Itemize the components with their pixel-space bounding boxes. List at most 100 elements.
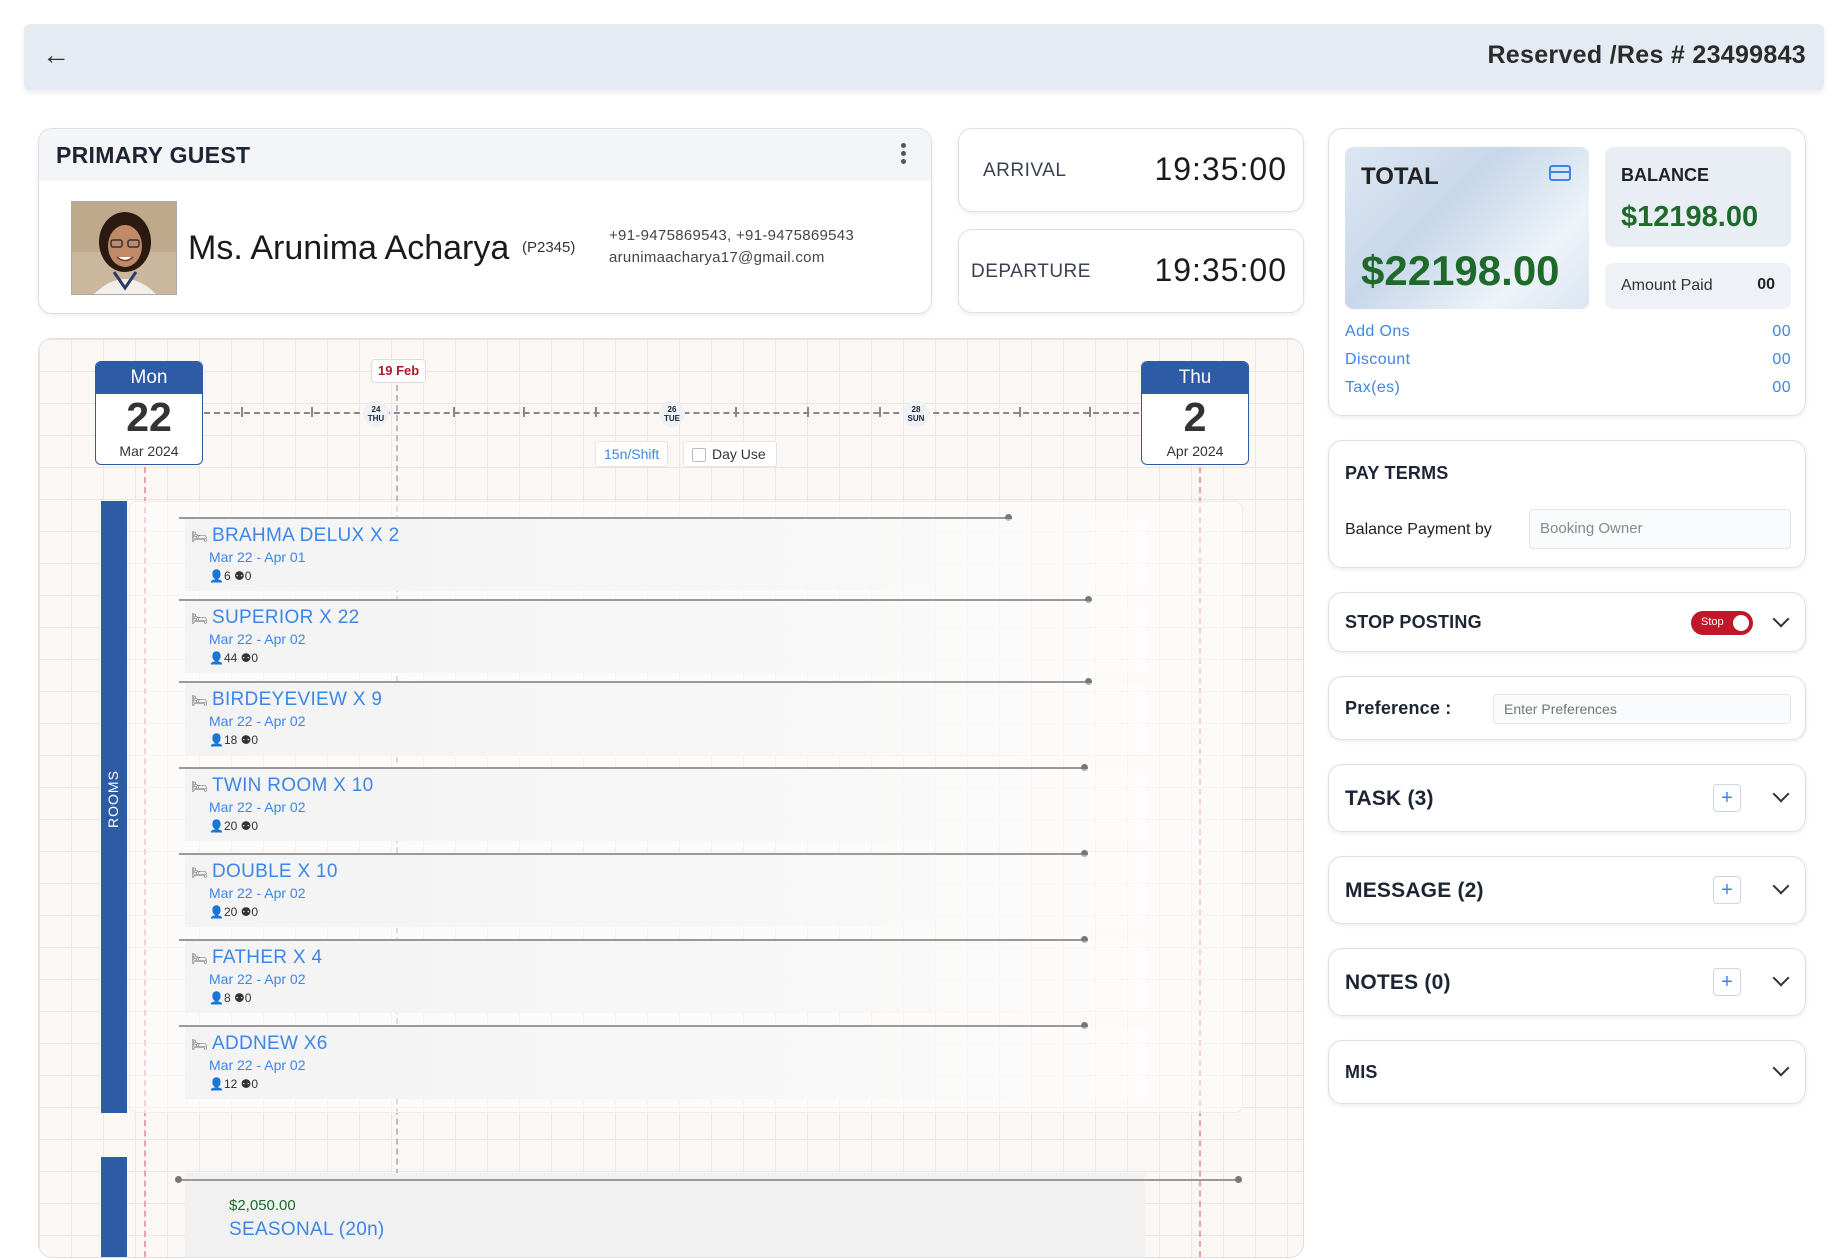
task-panel: TASK (3) + [1328, 764, 1806, 832]
credit-card-icon[interactable] [1549, 165, 1571, 181]
reservation-title: Reserved /Res # 23499843 [1487, 41, 1806, 69]
preference-input[interactable] [1493, 694, 1791, 724]
room-title: 🛏 ADDNEW X6 [191, 1033, 328, 1055]
day-marker[interactable]: 26 TUE [659, 401, 685, 427]
adults-count: 👤12 [209, 1077, 241, 1091]
kids-count: ⚉0 [233, 991, 252, 1005]
room-dates: Mar 22 - Apr 02 [209, 799, 306, 815]
chevron-down-icon[interactable] [1772, 785, 1790, 803]
rooms-label: ROOMS [105, 770, 121, 828]
room-occupancy: 👤18 ⚉0 [209, 733, 258, 747]
taxes-label: Tax(es) [1345, 379, 1401, 396]
bed-icon: 🛏 [191, 779, 208, 794]
toggle-label: Stop [1701, 616, 1724, 628]
arrival-card: ARRIVAL 19:35:00 [958, 128, 1304, 212]
room-occupancy: 👤12 ⚉0 [209, 1077, 258, 1091]
guest-avatar [71, 201, 177, 295]
message-title: MESSAGE (2) [1345, 879, 1484, 902]
axis-tick [453, 407, 455, 417]
shift-chip[interactable]: 15n/Shift [595, 441, 669, 467]
room-occupancy: 👤20 ⚉0 [209, 905, 258, 919]
balance-box: BALANCE $12198.00 [1605, 147, 1791, 247]
add-note-button[interactable]: + [1713, 968, 1741, 996]
chevron-down-icon[interactable] [1772, 877, 1790, 895]
room-occupancy: 👤8 ⚉0 [209, 991, 251, 1005]
guest-email: arunimaacharya17@gmail.com [609, 249, 825, 266]
guest-card-header: PRIMARY GUEST [39, 129, 931, 181]
axis-tick [311, 407, 313, 417]
stop-posting-toggle[interactable]: Stop [1691, 611, 1753, 635]
room-title: 🛏 SUPERIOR X 22 [191, 607, 359, 629]
room-name: BIRDEYEVIEW X 9 [211, 689, 383, 710]
arrow-left-icon[interactable]: ← [42, 40, 70, 70]
kids-count: ⚉0 [233, 569, 252, 583]
departure-time: 19:35:00 [1154, 252, 1287, 288]
rooms-label-bar: ROOMS [101, 501, 127, 1113]
taxes-value: 00 [1772, 379, 1791, 396]
end-weekday: Thu [1142, 362, 1248, 394]
rate-line [179, 1179, 1238, 1181]
day-use-checkbox[interactable]: Day Use [683, 441, 777, 467]
balance-payment-label: Balance Payment by [1345, 521, 1492, 538]
arrival-time: 19:35:00 [1154, 151, 1287, 187]
room-row[interactable] [185, 1027, 1145, 1099]
adults-count: 👤20 [209, 819, 241, 833]
room-name: SUPERIOR X 22 [211, 607, 360, 628]
rate-end-dot [1235, 1176, 1242, 1183]
bed-icon: 🛏 [191, 951, 208, 966]
amount-paid-box: Amount Paid 00 [1605, 263, 1791, 309]
room-row[interactable] [185, 941, 1145, 1013]
bed-icon: 🛏 [191, 1037, 208, 1052]
rates-label-bar [101, 1157, 127, 1257]
notes-title: NOTES (0) [1345, 971, 1451, 994]
totals-card: TOTAL $22198.00 BALANCE $12198.00 Amount… [1328, 128, 1806, 416]
rate-name: SEASONAL (20n) [229, 1219, 385, 1240]
kids-count: ⚉0 [240, 733, 259, 747]
add-message-button[interactable]: + [1713, 876, 1741, 904]
room-name: TWIN ROOM X 10 [211, 775, 374, 796]
kids-count: ⚉0 [240, 1077, 259, 1091]
stay-timeline: Mon 22 Mar 2024 Thu 2 Apr 2024 24 THU 26 T… [38, 338, 1304, 1258]
end-month: Apr 2024 [1166, 443, 1224, 459]
chevron-down-icon[interactable] [1772, 610, 1790, 628]
addons-label: Add Ons [1345, 323, 1411, 340]
room-dates: Mar 22 - Apr 02 [209, 713, 306, 729]
pay-terms-title: PAY TERMS [1345, 463, 1449, 483]
pay-terms-panel: PAY TERMS Balance Payment by Booking Own… [1328, 440, 1806, 568]
room-title: 🛏 TWIN ROOM X 10 [191, 775, 373, 797]
stop-posting-panel: STOP POSTING Stop [1328, 592, 1806, 652]
day-number: 28 [911, 405, 921, 414]
end-date-card: Thu 2 Apr 2024 [1141, 361, 1249, 465]
rate-row[interactable] [185, 1173, 1145, 1257]
room-dates: Mar 22 - Apr 01 [209, 549, 306, 565]
start-day: 22 [126, 394, 172, 440]
axis-tick [1089, 407, 1091, 417]
balance-value: $12198.00 [1621, 201, 1759, 233]
adults-count: 👤8 [209, 991, 234, 1005]
room-occupancy: 👤6 ⚉0 [209, 569, 251, 583]
addons-row[interactable]: Add Ons 00 [1345, 323, 1791, 341]
day-marker[interactable]: 28 SUN [903, 401, 929, 427]
end-day: 2 [1183, 394, 1207, 440]
axis-tick [735, 407, 737, 417]
bed-icon: 🛏 [191, 865, 208, 880]
discount-row[interactable]: Discount 00 [1345, 351, 1791, 369]
rate-start-dot [175, 1176, 182, 1183]
taxes-row[interactable]: Tax(es) 00 [1345, 379, 1791, 397]
chevron-down-icon[interactable] [1772, 969, 1790, 987]
toggle-knob [1733, 615, 1749, 631]
day-marker[interactable]: 24 THU [363, 401, 389, 427]
task-title: TASK (3) [1345, 787, 1434, 810]
room-dates: Mar 22 - Apr 02 [209, 631, 306, 647]
bed-icon: 🛏 [191, 693, 208, 708]
start-month: Mar 2024 [119, 443, 179, 459]
day-number: 26 [667, 405, 677, 414]
add-task-button[interactable]: + [1713, 784, 1741, 812]
more-options-icon[interactable] [901, 143, 907, 165]
preference-panel: Preference : [1328, 676, 1806, 740]
departure-label: DEPARTURE [971, 261, 1091, 282]
total-box: TOTAL $22198.00 [1345, 147, 1589, 309]
kids-count: ⚉0 [240, 819, 259, 833]
balance-payment-select[interactable]: Booking Owner [1529, 509, 1791, 549]
chevron-down-icon[interactable] [1772, 1059, 1790, 1077]
